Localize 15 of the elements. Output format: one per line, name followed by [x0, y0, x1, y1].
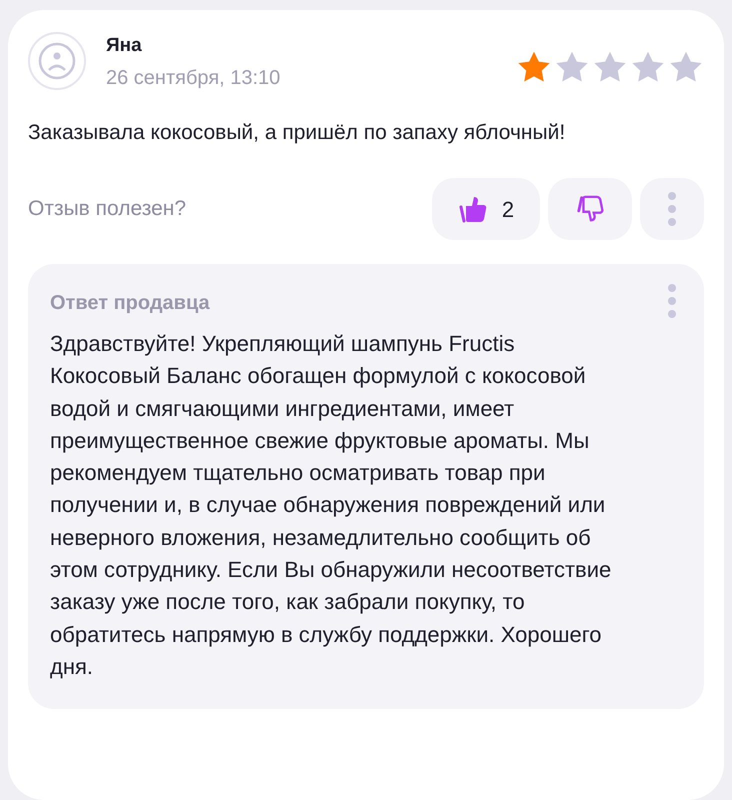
like-button[interactable]: 2	[432, 178, 540, 240]
more-icon	[668, 192, 676, 226]
reply-title: Ответ продавца	[50, 291, 210, 316]
more-icon	[668, 284, 676, 318]
dislike-button[interactable]	[548, 178, 632, 240]
author-name: Яна	[106, 34, 143, 58]
reply-text: Здравствуйте! Укрепляющий шампунь Fructis Кокосовый Баланс обогащен формулой с кокосовой водой и смягчающими ингредиентами, имеет преимущественное свежие фруктовые ароматы. Мы рекомендуем тщательно осматривать товар при получении и, в случае обнаружения повреждений или неверного вложения, незамедлительно сообщить об этом сотруднику. Если Вы обнаружили несоответствие заказу уже после того, как забрали покупку, то обратитесь напрямую в службу поддержки. Хорошего дня.	[50, 330, 612, 681]
reply-more-button[interactable]	[666, 284, 678, 318]
avatar-icon	[28, 32, 86, 90]
more-button[interactable]	[640, 178, 704, 240]
helpful-prompt: Отзыв полезен?	[28, 196, 186, 222]
thumbs-up-icon	[458, 195, 488, 223]
thumbs-down-icon	[576, 195, 604, 223]
review-date: 26 сентября, 13:10	[106, 66, 280, 90]
review-text: Заказывала кокосовый, а пришёл по запаху яблочный!	[28, 120, 566, 146]
